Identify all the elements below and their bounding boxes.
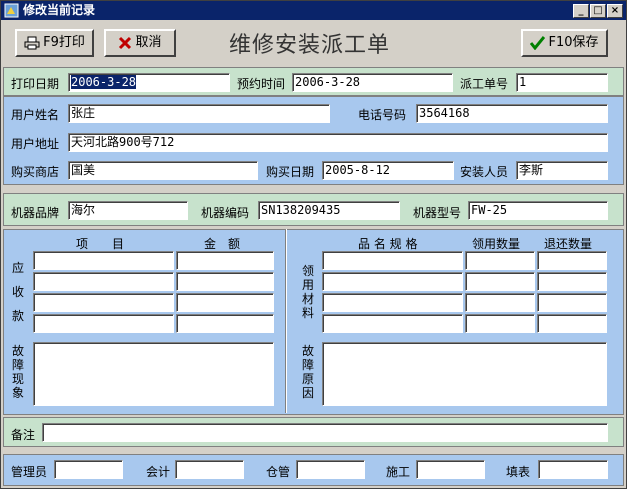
materials-side-label: 领用材料 bbox=[301, 264, 314, 320]
material-used-cell[interactable] bbox=[465, 251, 535, 270]
order-no-label: 派工单号 bbox=[460, 77, 509, 91]
accountant-field[interactable] bbox=[175, 460, 244, 479]
address-label: 用户地址 bbox=[11, 137, 60, 151]
warehouse-label: 仓管 bbox=[266, 465, 291, 479]
machine-code-field[interactable]: SN138209435 bbox=[258, 201, 400, 220]
charge-amount-cell[interactable] bbox=[176, 251, 274, 270]
customer-name-label: 用户姓名 bbox=[11, 108, 60, 122]
material-returned-cell[interactable] bbox=[537, 272, 607, 291]
spec-column-header: 品 名 规 格 bbox=[358, 237, 418, 251]
material-used-cell[interactable] bbox=[465, 272, 535, 291]
details-panel: 项 目 金 额 应收款 故障现象 品 名 规 格 领用数量 退还数量 领用材料 … bbox=[3, 229, 624, 415]
brand-label: 机器品牌 bbox=[11, 206, 60, 220]
phone-label: 电话号码 bbox=[358, 108, 407, 122]
model-field[interactable]: FW-25 bbox=[468, 201, 608, 220]
address-field[interactable]: 天河北路900号712 bbox=[68, 133, 608, 152]
toolbar: F9打印 取消 维修安装派工单 F10保存 bbox=[1, 21, 626, 63]
returned-qty-column-header: 退还数量 bbox=[544, 237, 593, 251]
charge-amount-cell[interactable] bbox=[176, 314, 274, 333]
title-bar: 修改当前记录 _ □ × bbox=[1, 1, 626, 20]
print-date-label: 打印日期 bbox=[11, 77, 60, 91]
app-icon bbox=[4, 3, 19, 18]
remark-panel: 备注 bbox=[3, 417, 624, 447]
store-label: 购买商店 bbox=[11, 165, 60, 179]
material-returned-cell[interactable] bbox=[537, 293, 607, 312]
buy-date-field[interactable]: 2005-8-12 bbox=[322, 161, 454, 180]
print-date-field[interactable]: 2006-3-28 bbox=[68, 73, 230, 92]
save-button[interactable]: F10保存 bbox=[521, 29, 608, 57]
material-spec-cell[interactable] bbox=[322, 293, 463, 312]
construction-field[interactable] bbox=[416, 460, 485, 479]
close-button[interactable]: × bbox=[607, 4, 623, 18]
cancel-label: 取消 bbox=[135, 35, 162, 50]
buy-date-label: 购买日期 bbox=[266, 165, 315, 179]
store-field[interactable]: 国美 bbox=[68, 161, 258, 180]
printer-icon bbox=[24, 36, 40, 50]
accountant-label: 会计 bbox=[146, 465, 171, 479]
phone-field[interactable]: 3564168 bbox=[416, 104, 608, 123]
material-spec-cell[interactable] bbox=[322, 251, 463, 270]
print-button[interactable]: F9打印 bbox=[15, 29, 94, 57]
signatures-panel: 管理员 会计 仓管 施工 填表 bbox=[3, 454, 624, 486]
brand-field[interactable]: 海尔 bbox=[68, 201, 188, 220]
details-divider bbox=[285, 229, 287, 413]
charge-item-cell[interactable] bbox=[33, 251, 174, 270]
fault-symptom-label: 故障现象 bbox=[11, 344, 24, 400]
appointment-field[interactable]: 2006-3-28 bbox=[292, 73, 453, 92]
window-title: 修改当前记录 bbox=[23, 3, 96, 17]
material-spec-cell[interactable] bbox=[322, 314, 463, 333]
material-used-cell[interactable] bbox=[465, 293, 535, 312]
charge-item-cell[interactable] bbox=[33, 314, 174, 333]
amount-column-header: 金 额 bbox=[204, 237, 241, 251]
checkmark-icon bbox=[530, 36, 546, 50]
appointment-label: 预约时间 bbox=[237, 77, 286, 91]
cancel-x-icon bbox=[119, 36, 132, 50]
warehouse-field[interactable] bbox=[296, 460, 365, 479]
model-label: 机器型号 bbox=[413, 206, 462, 220]
installer-field[interactable]: 李斯 bbox=[516, 161, 608, 180]
fault-cause-label: 故障原因 bbox=[301, 344, 314, 400]
print-info-panel: 打印日期 2006-3-28 预约时间 2006-3-28 派工单号 1 bbox=[3, 67, 624, 96]
maximize-button[interactable]: □ bbox=[590, 4, 606, 18]
material-returned-cell[interactable] bbox=[537, 314, 607, 333]
construction-label: 施工 bbox=[386, 465, 411, 479]
charge-amount-cell[interactable] bbox=[176, 293, 274, 312]
machine-code-label: 机器编码 bbox=[201, 206, 250, 220]
fault-symptom-field[interactable] bbox=[33, 342, 274, 406]
installer-label: 安装人员 bbox=[460, 165, 509, 179]
used-qty-column-header: 领用数量 bbox=[472, 237, 521, 251]
charge-amount-cell[interactable] bbox=[176, 272, 274, 291]
fault-cause-field[interactable] bbox=[322, 342, 607, 406]
filler-field[interactable] bbox=[538, 460, 608, 479]
customer-panel: 用户姓名 张庄 电话号码 3564168 用户地址 天河北路900号712 购买… bbox=[3, 96, 624, 185]
material-used-cell[interactable] bbox=[465, 314, 535, 333]
customer-name-field[interactable]: 张庄 bbox=[68, 104, 330, 123]
form-heading: 维修安装派工单 bbox=[229, 33, 391, 58]
charge-item-cell[interactable] bbox=[33, 293, 174, 312]
item-column-header: 项 目 bbox=[76, 237, 125, 251]
material-returned-cell[interactable] bbox=[537, 251, 607, 270]
manager-label: 管理员 bbox=[11, 465, 48, 479]
order-no-field[interactable]: 1 bbox=[516, 73, 608, 92]
remark-label: 备注 bbox=[11, 428, 36, 442]
receivable-side-label: 应收款 bbox=[11, 261, 24, 323]
minimize-button[interactable]: _ bbox=[573, 4, 589, 18]
filler-label: 填表 bbox=[506, 465, 531, 479]
edit-record-window: 修改当前记录 _ □ × F9打印 取消 维修安装派工单 F10保存 打印日期 … bbox=[0, 0, 627, 489]
remark-field[interactable] bbox=[42, 423, 608, 442]
print-label: F9打印 bbox=[43, 35, 85, 50]
material-spec-cell[interactable] bbox=[322, 272, 463, 291]
save-label: F10保存 bbox=[548, 35, 599, 50]
manager-field[interactable] bbox=[54, 460, 123, 479]
machine-panel: 机器品牌 海尔 机器编码 SN138209435 机器型号 FW-25 bbox=[3, 193, 624, 226]
cancel-button[interactable]: 取消 bbox=[104, 29, 176, 57]
charge-item-cell[interactable] bbox=[33, 272, 174, 291]
